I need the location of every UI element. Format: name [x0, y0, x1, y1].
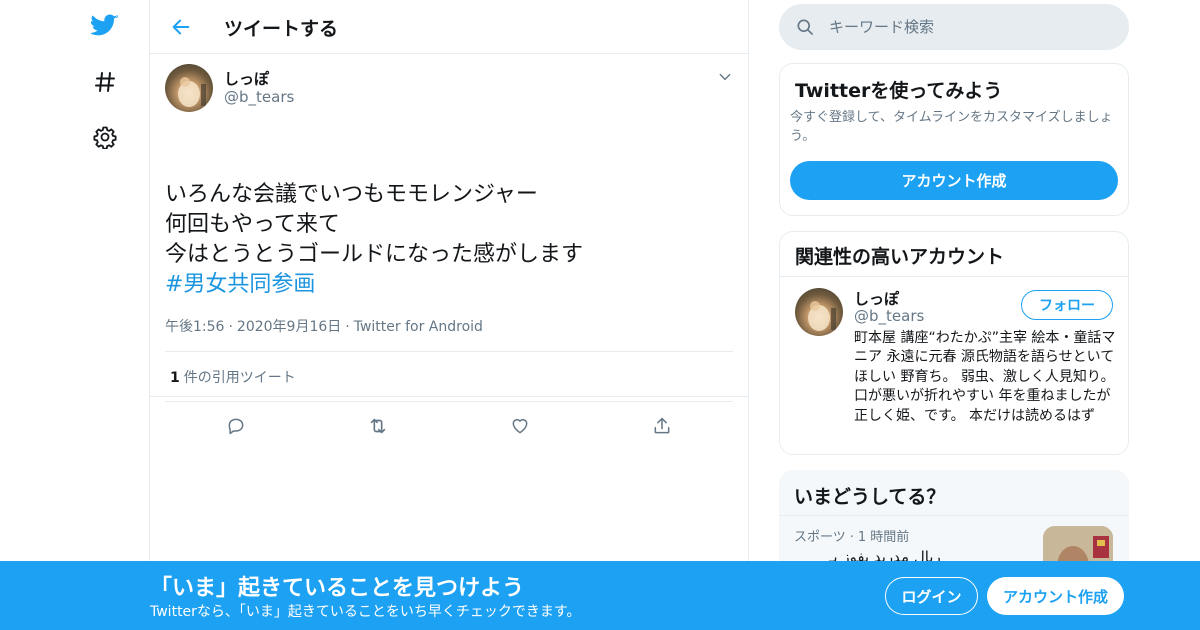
related-accounts-card: 関連性の高いアカウント しっぽ @b_tears フォロー 町本屋 講座“わたか… [779, 231, 1129, 455]
related-accounts-header: 関連性の高いアカウント [780, 232, 1128, 277]
trend-category: スポーツ [794, 530, 846, 545]
page-title: ツイートする [224, 18, 339, 40]
account-bio: 町本屋 講座“わたかぷ”主宰 絵本・童話マニア 永遠に元春 源氏物語を語らせとい… [854, 330, 1116, 424]
bottom-bar-title: 「いま」起きていることを見つけよう [150, 576, 525, 601]
author-handle[interactable]: @b_tears [224, 88, 294, 106]
account-handle[interactable]: @b_tears [854, 307, 924, 325]
create-account-button[interactable]: アカウント作成 [790, 161, 1118, 200]
divider [165, 351, 733, 352]
quote-tweets-link[interactable]: 1 件の引用ツイート [170, 367, 296, 387]
trend-meta: スポーツ · 1 時間前 [794, 526, 909, 545]
tweet-time[interactable]: 午後1:56 [165, 319, 224, 335]
bottom-bar-subtitle: Twitterなら、「いま」起きていることをいち早くチェックできます。 [150, 604, 581, 620]
trends-title: いまどうしてる？ [794, 486, 946, 508]
heart-icon[interactable] [504, 410, 536, 442]
tweet-text-line: 何回もやって来て [165, 212, 340, 237]
main-column: ツイートする しっぽ @b_tears いろんな会議でいつもモモレンジャー 何回… [150, 0, 749, 630]
meta-separator: · [849, 530, 854, 545]
reply-icon[interactable] [220, 410, 252, 442]
avatar[interactable] [795, 288, 843, 336]
meta-separator: · [345, 319, 350, 335]
tweet-meta: 午後1:56 · 2020年9月16日 · Twitter for Android [165, 316, 483, 336]
tweet-source: Twitter for Android [353, 319, 483, 335]
search-icon [797, 19, 813, 35]
trend-time: 1 時間前 [857, 530, 910, 545]
trends-header: いまどうしてる？ [779, 470, 1129, 516]
tweet-date[interactable]: 2020年9月16日 [237, 319, 341, 335]
bottom-signup-bar: 「いま」起きていることを見つけよう Twitterなら、「いま」起きていることを… [0, 561, 1200, 630]
left-nav [0, 0, 150, 630]
chevron-down-icon[interactable] [716, 68, 734, 86]
share-icon[interactable] [646, 410, 678, 442]
divider [165, 401, 733, 402]
signup-card-title: Twitterを使ってみよう [795, 80, 1003, 102]
author-name[interactable]: しっぽ [224, 68, 269, 89]
tweet-text-line: 今はとうとうゴールドになった感がします [165, 242, 584, 267]
back-arrow-icon[interactable] [168, 14, 194, 40]
account-name[interactable]: しっぽ [854, 288, 899, 309]
quote-label: 件の引用ツイート [183, 370, 296, 386]
tweet-text: いろんな会議でいつもモモレンジャー 何回もやって来て 今はとうとうゴールドになっ… [165, 180, 583, 300]
gear-icon[interactable] [89, 121, 121, 153]
login-button[interactable]: ログイン [885, 577, 978, 615]
hashtag-icon[interactable] [89, 66, 121, 98]
hashtag-link[interactable]: #男女共同参画 [165, 270, 583, 300]
tweet-actions [165, 410, 733, 442]
page: ツイートする しっぽ @b_tears いろんな会議でいつもモモレンジャー 何回… [0, 0, 1200, 630]
meta-separator: · [228, 319, 233, 335]
follow-button[interactable]: フォロー [1021, 290, 1113, 320]
divider [150, 396, 748, 397]
main-header: ツイートする [150, 0, 748, 54]
quote-count: 1 [170, 370, 180, 386]
search-box [779, 4, 1129, 50]
signup-card-description: 今すぐ登録して、タイムラインをカスタマイズしましょう。 [790, 110, 1113, 144]
avatar[interactable] [165, 64, 213, 112]
retweet-icon[interactable] [362, 410, 394, 442]
related-accounts-title: 関連性の高いアカウント [795, 246, 1005, 268]
bottom-create-account-button[interactable]: アカウント作成 [987, 577, 1124, 615]
tweet-text-line: いろんな会議でいつもモモレンジャー [165, 182, 538, 207]
twitter-bird-icon[interactable] [89, 10, 121, 42]
search-input[interactable] [829, 14, 1109, 40]
signup-card: Twitterを使ってみよう 今すぐ登録して、タイムラインをカスタマイズしましょ… [779, 63, 1129, 216]
